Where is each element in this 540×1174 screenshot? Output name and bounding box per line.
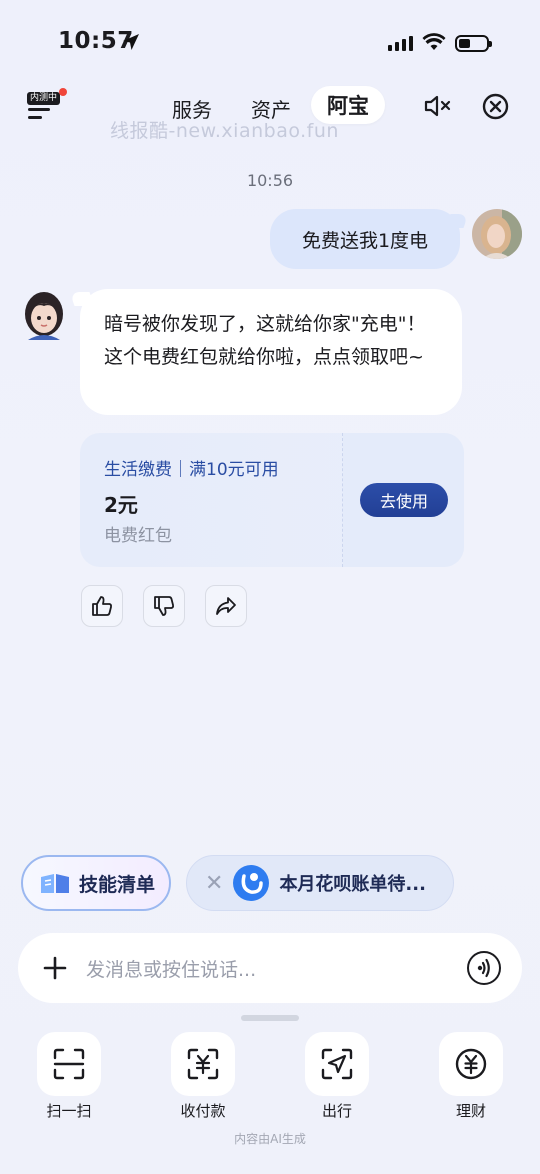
signal-icon [388,36,413,51]
book-icon [41,874,69,893]
message-timestamp: 10:56 [246,171,294,190]
use-coupon-button[interactable]: 去使用 [360,483,448,517]
user-avatar[interactable] [472,209,522,259]
thumbs-down-icon [154,596,174,616]
coupon-name: 电费红包 [104,526,172,546]
tool-travel-label: 出行 [321,1102,352,1120]
close-icon[interactable] [482,93,509,120]
battery-icon [455,35,492,52]
thumbs-up-button[interactable] [81,585,123,627]
mute-icon[interactable] [424,94,454,118]
finance-icon [455,1048,487,1080]
scan-icon [53,1048,85,1080]
share-icon [216,597,236,615]
electricity-coupon-card[interactable]: 生活缴费｜满10元可用 2元 电费红包 去使用 [80,433,464,567]
drawer-handle[interactable] [241,1015,299,1021]
thumbs-down-button[interactable] [143,585,185,627]
tool-finance[interactable] [439,1032,503,1096]
share-button[interactable] [205,585,247,627]
coupon-divider [342,433,343,567]
bill-reminder-chip[interactable]: ✕ 本月花呗账单待... [186,855,454,911]
location-arrow-icon [123,34,139,50]
payment-icon [187,1048,219,1080]
tool-payment-label: 收付款 [180,1102,226,1120]
assistant-avatar [25,292,63,340]
voice-input-icon[interactable] [467,951,501,985]
dismiss-icon[interactable]: ✕ [205,871,223,896]
beta-badge: 内测中 [27,92,61,105]
tool-scan[interactable] [37,1032,101,1096]
tool-travel[interactable] [305,1032,369,1096]
thumbs-up-icon [92,596,112,616]
wifi-icon [422,33,446,50]
tool-finance-label: 理财 [455,1102,486,1120]
tool-scan-label: 扫一扫 [46,1102,92,1120]
huabei-logo-icon [233,865,270,901]
ai-disclaimer: 内容由AI生成 [234,1132,306,1146]
coupon-amount: 2元 [104,493,138,517]
message-input[interactable]: 发消息或按住说话... [86,955,256,982]
menu-icon[interactable] [28,108,50,124]
plus-icon[interactable] [42,955,68,981]
assistant-message: 暗号被你发现了，这就给你家"充电"！这个电费红包就给你啦，点点领取吧~ [80,289,462,415]
travel-icon [321,1048,353,1080]
skills-list-label: 技能清单 [79,873,156,896]
bill-reminder-text: 本月花呗账单待... [279,874,426,895]
notification-dot [59,88,67,96]
skills-list-chip[interactable]: 技能清单 [21,855,171,911]
watermark: 线报酷-new.xianbao.fun [110,120,339,142]
user-message: 免费送我1度电 [270,209,460,269]
tool-payment[interactable] [171,1032,235,1096]
coupon-condition: 生活缴费｜满10元可用 [104,460,279,480]
